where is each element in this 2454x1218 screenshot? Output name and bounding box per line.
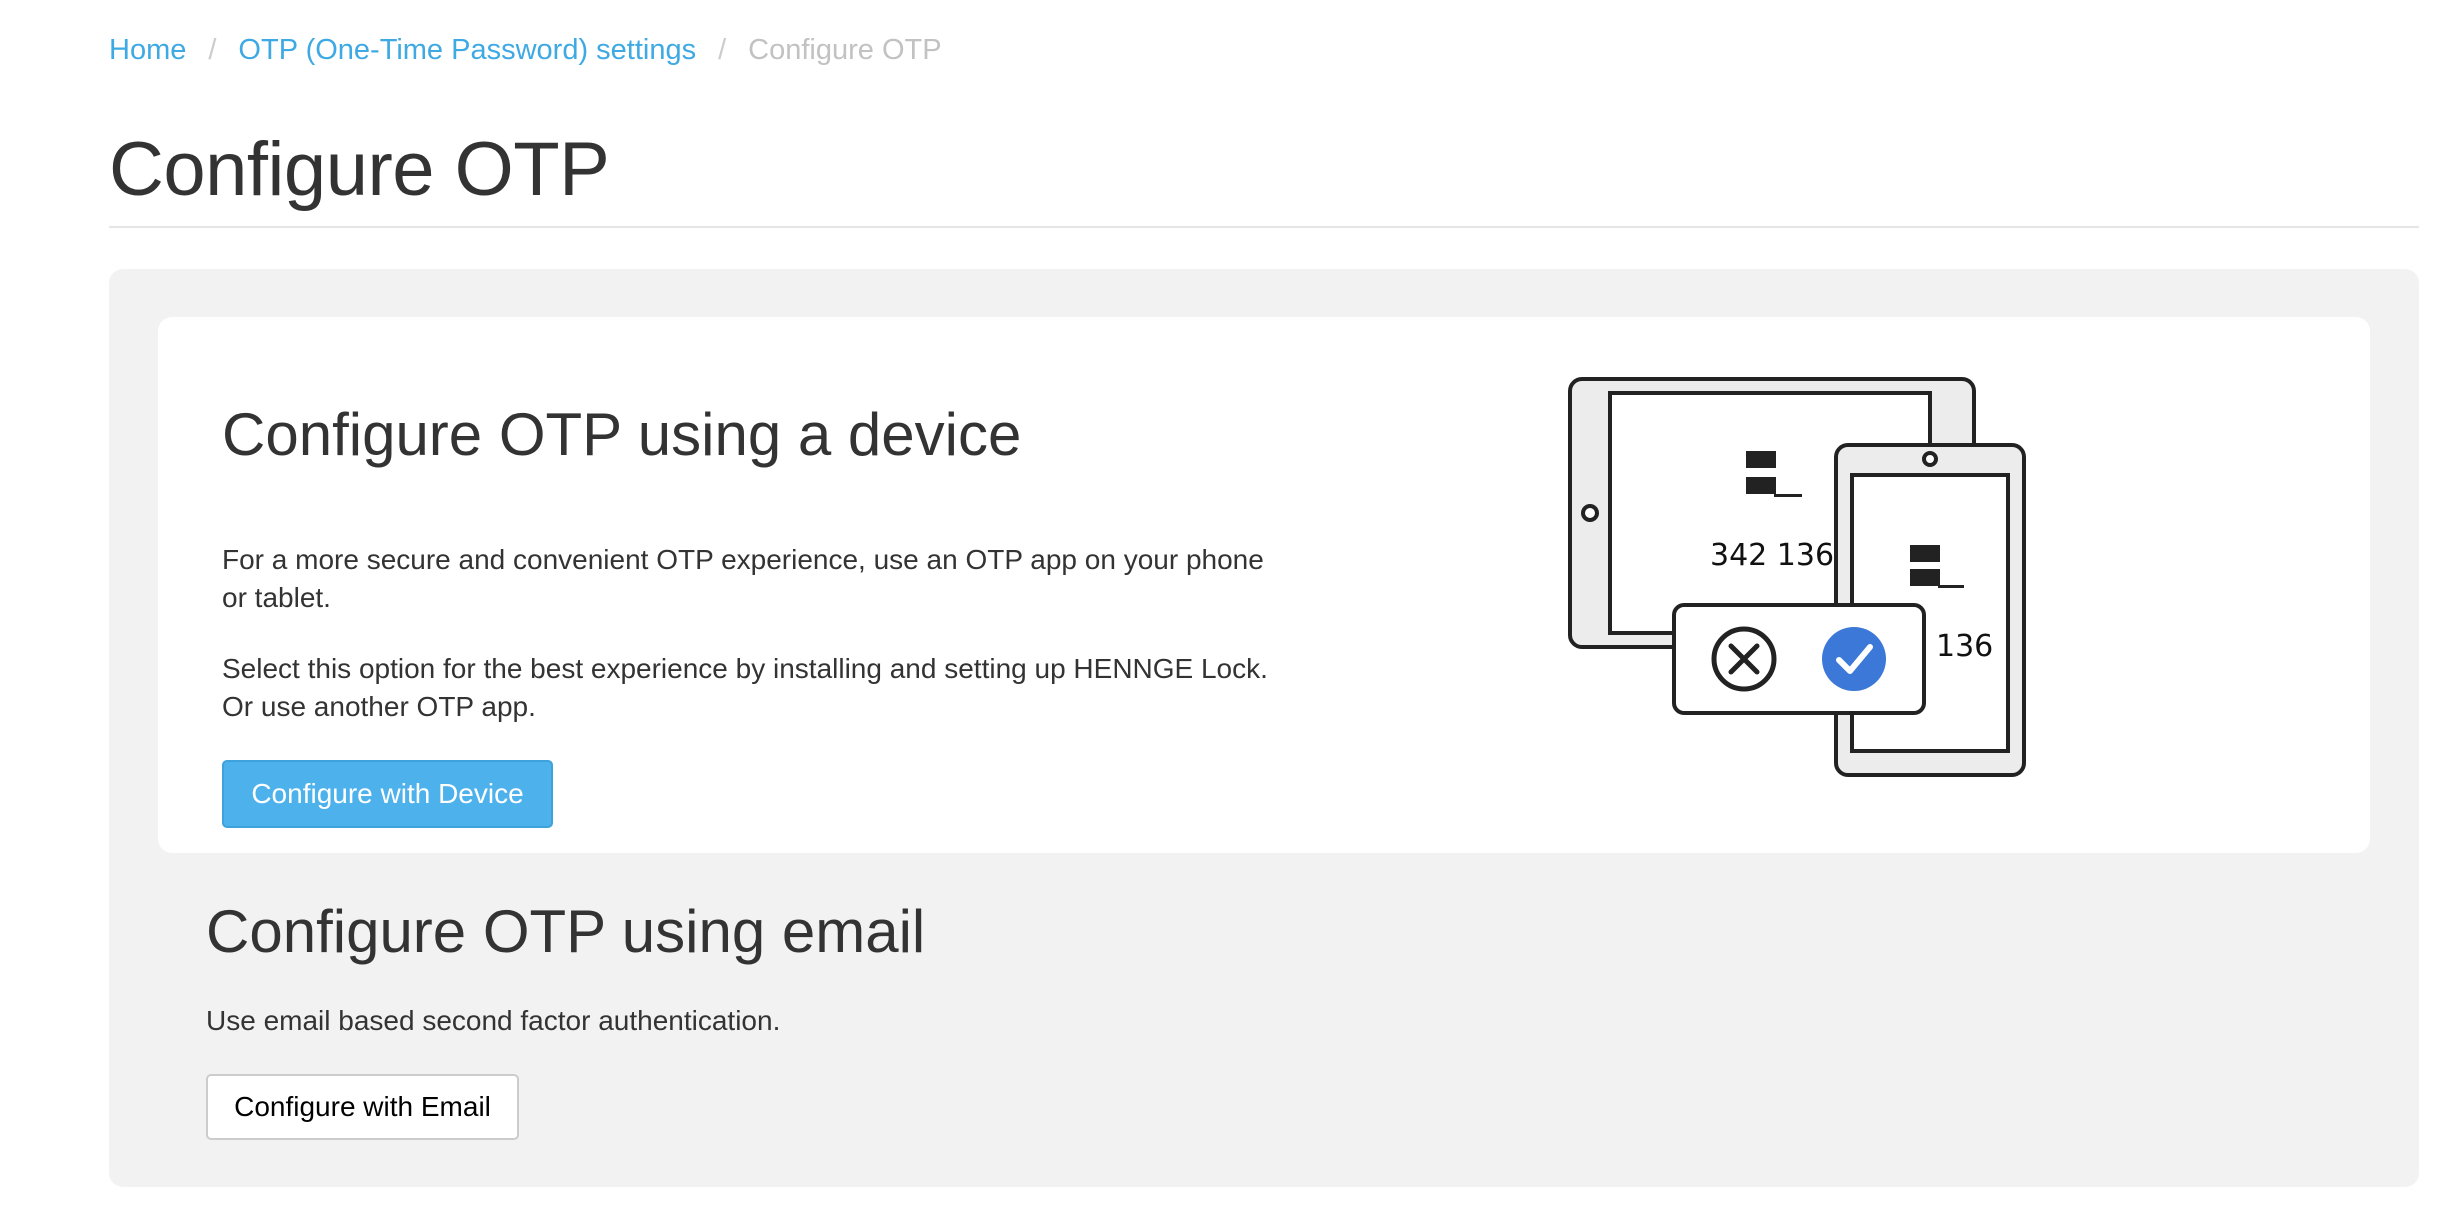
check-circle-icon [1822,627,1886,691]
breadcrumb-home-link[interactable]: Home [109,30,186,70]
device-section-title: Configure OTP using a device [222,401,1022,468]
approval-dialog [1672,603,1926,715]
device-option-card: Configure OTP using a device For a more … [158,317,2370,853]
tablet-otp-code: 342 136 [1710,538,1834,573]
device-instructions: Select this option for the best experien… [222,653,1268,722]
breadcrumb-separator: / [208,34,217,66]
breadcrumb-otp-settings-link[interactable]: OTP (One-Time Password) settings [238,30,696,70]
configure-with-email-button[interactable]: Configure with Email [206,1074,519,1140]
otp-devices-illustration: 342 136 136 [1568,377,2026,777]
configure-with-device-button[interactable]: Configure with Device [222,760,553,828]
page-title: Configure OTP [109,127,610,212]
breadcrumb-current: Configure OTP [748,34,942,66]
breadcrumb: Home / OTP (One-Time Password) settings … [109,30,942,70]
email-description: Use email based second factor authentica… [206,1005,781,1036]
x-circle-icon [1711,626,1777,692]
phone-otp-code: 136 [1936,629,1993,664]
device-description: For a more secure and convenient OTP exp… [222,544,1264,613]
email-section-title: Configure OTP using email [206,898,926,965]
otp-options-panel: Configure OTP using a device For a more … [109,269,2419,1187]
breadcrumb-separator: / [718,34,727,66]
title-divider [109,226,2419,228]
